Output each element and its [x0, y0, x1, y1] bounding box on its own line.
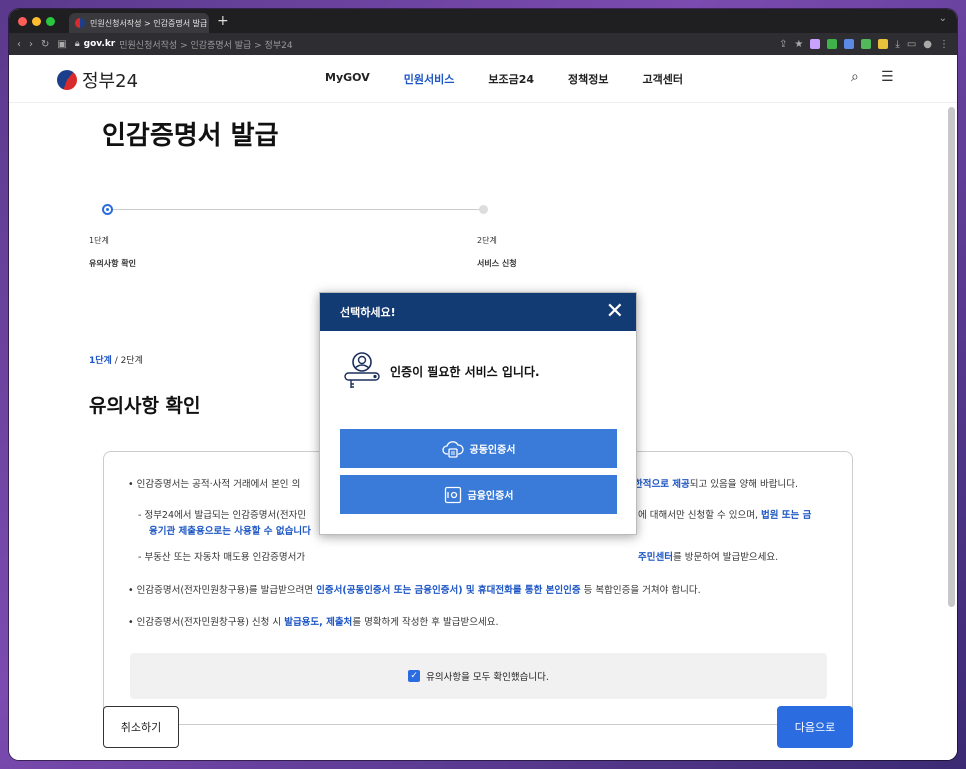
- site-header: 정부24 MyGOV 민원서비스 보조금24 정책정보 고객센터 ⌕ ☰: [9, 55, 957, 103]
- financial-certificate-button[interactable]: 금융인증서: [340, 475, 617, 514]
- logo-text: 정부24: [82, 71, 139, 92]
- bookmark-icon[interactable]: ★: [794, 39, 803, 50]
- modal-header: 선택하세요! ✕: [320, 293, 636, 331]
- modal-message-row: 인증이 필요한 서비스 입니다.: [342, 351, 540, 391]
- modal-message: 인증이 필요한 서비스 입니다.: [390, 364, 540, 379]
- notice-line-2b: 에 대해서만 신청할 수 있으며, 법원 또는 금: [638, 510, 812, 521]
- notice-line-3b: 주민센터를 방문하여 발급받으세요.: [638, 552, 779, 563]
- notice-line-2d: 융기관 제출용으로는 사용할 수 없습니다: [149, 526, 311, 537]
- modal-title: 선택하세요!: [340, 306, 396, 319]
- user-key-icon: [344, 352, 380, 388]
- nav-policy[interactable]: 정책정보: [568, 71, 608, 87]
- tab-title: 민원신청서작성 > 인감증명서 발급: [90, 18, 208, 28]
- auth-select-modal: 선택하세요! ✕ 인증이 필요한 서비스 입니다. 공동인증서 금융인증서: [319, 292, 637, 535]
- cancel-button[interactable]: 취소하기: [103, 706, 179, 748]
- back-icon[interactable]: ‹: [17, 39, 21, 50]
- download-icon[interactable]: ⤓: [895, 39, 899, 50]
- step2-dot-icon: [479, 205, 488, 214]
- joint-certificate-label: 공동인증서: [469, 445, 516, 456]
- new-tab-icon[interactable]: +: [217, 13, 229, 29]
- favicon-icon: [75, 18, 85, 28]
- confirm-checkbox-row[interactable]: ✓ 유의사항을 모두 확인했습니다.: [130, 653, 827, 699]
- nav-civil-service[interactable]: 민원서비스: [404, 71, 455, 87]
- notice-line-1b: 한적으로 제공되고 있음을 양해 바랍니다.: [634, 479, 798, 490]
- financial-certificate-label: 금융인증서: [467, 491, 514, 502]
- crumb-rest: / 2단계: [111, 356, 143, 366]
- sidebar-icon[interactable]: ▭: [907, 39, 916, 50]
- site-logo[interactable]: 정부24: [57, 67, 138, 93]
- step1-number: 1단계: [89, 236, 109, 245]
- menu-icon[interactable]: ☰: [881, 69, 894, 85]
- tab-menu-icon[interactable]: ⌄: [939, 13, 947, 24]
- lock-icon: 🔒︎: [74, 39, 80, 49]
- scrollbar[interactable]: [948, 107, 955, 607]
- share-icon[interactable]: ⇪: [779, 39, 787, 50]
- notice-line-4: • 인감증명서(전자민원창구용)를 발급받으려면 인증서(공동인증서 또는 금융…: [128, 585, 701, 596]
- reader-icon[interactable]: ▣: [57, 39, 66, 50]
- cloud-certificate-icon: [441, 440, 464, 458]
- checkbox-checked-icon[interactable]: ✓: [408, 670, 421, 682]
- confirm-label: 유의사항을 모두 확인했습니다.: [426, 672, 549, 683]
- step2-label: 서비스 신청: [477, 259, 517, 268]
- close-window-button[interactable]: [18, 16, 27, 26]
- minimize-window-button[interactable]: [32, 16, 41, 26]
- step2-number: 2단계: [477, 236, 497, 245]
- sheet-icon[interactable]: [861, 39, 872, 49]
- section-title: 유의사항 확인: [89, 395, 201, 417]
- notice-line-2a: - 정부24에서 발급되는 인감증명서(전자민: [138, 510, 307, 521]
- notice-line-1a: • 인감증명서는 공적·사적 거래에서 본인 의: [128, 479, 301, 490]
- extensions-bar: ⇪ ★ ⤓ ▭ ● ⋮: [779, 39, 949, 50]
- safe-certificate-icon: [444, 486, 461, 503]
- nav-mygov[interactable]: MyGOV: [325, 71, 370, 87]
- reload-icon[interactable]: ↻: [41, 39, 49, 50]
- step1-label: 유의사항 확인: [89, 259, 136, 268]
- more-icon[interactable]: ⋮: [939, 39, 949, 50]
- nav-customer-center[interactable]: 고객센터: [642, 71, 682, 87]
- crumb-current: 1단계: [89, 356, 112, 366]
- notice-line-5: • 인감증명서(전자민원창구용) 신청 시 발급용도, 제출처를 명확하게 작성…: [128, 617, 499, 628]
- note-icon[interactable]: [878, 39, 889, 49]
- forward-icon[interactable]: ›: [29, 39, 33, 50]
- search-icon[interactable]: ⌕: [851, 69, 859, 85]
- main-nav: MyGOV 민원서비스 보조금24 정책정보 고객센터: [325, 71, 683, 87]
- url-field[interactable]: 🔒︎ gov.kr 민원신청서작성 > 인감증명서 발급 > 정부24: [75, 38, 771, 51]
- url-domain: gov.kr: [83, 39, 116, 49]
- tab-bar: 민원신청서작성 > 인감증명서 발급 + ⌄: [9, 9, 957, 33]
- translate-icon[interactable]: [844, 39, 855, 49]
- maximize-window-button[interactable]: [46, 16, 55, 26]
- next-button[interactable]: 다음으로: [777, 706, 853, 748]
- address-bar: ‹ › ↻ ▣ 🔒︎ gov.kr 민원신청서작성 > 인감증명서 발급 > 정…: [9, 33, 957, 55]
- shield-icon[interactable]: [827, 39, 838, 49]
- close-icon[interactable]: ✕: [606, 301, 624, 323]
- page-title: 인감증명서 발급: [102, 121, 279, 151]
- step-line: [106, 209, 484, 210]
- window-controls: [9, 16, 55, 26]
- taegeuk-logo-icon: [57, 70, 77, 90]
- browser-window: 민원신청서작성 > 인감증명서 발급 + ⌄ ‹ › ↻ ▣ 🔒︎ gov.kr…: [9, 9, 957, 760]
- profile-icon[interactable]: ●: [923, 39, 932, 50]
- notice-line-3a: - 부동산 또는 자동차 매도용 인감증명서가: [138, 552, 306, 563]
- step1-dot-icon: [102, 204, 113, 215]
- step-breadcrumb: 1단계 / 2단계: [89, 353, 143, 366]
- nav-subsidy[interactable]: 보조금24: [488, 71, 534, 87]
- browser-tab[interactable]: 민원신청서작성 > 인감증명서 발급: [69, 13, 209, 33]
- url-path: 민원신청서작성 > 인감증명서 발급 > 정부24: [119, 40, 293, 51]
- extension-icon[interactable]: [810, 39, 821, 49]
- joint-certificate-button[interactable]: 공동인증서: [340, 429, 617, 468]
